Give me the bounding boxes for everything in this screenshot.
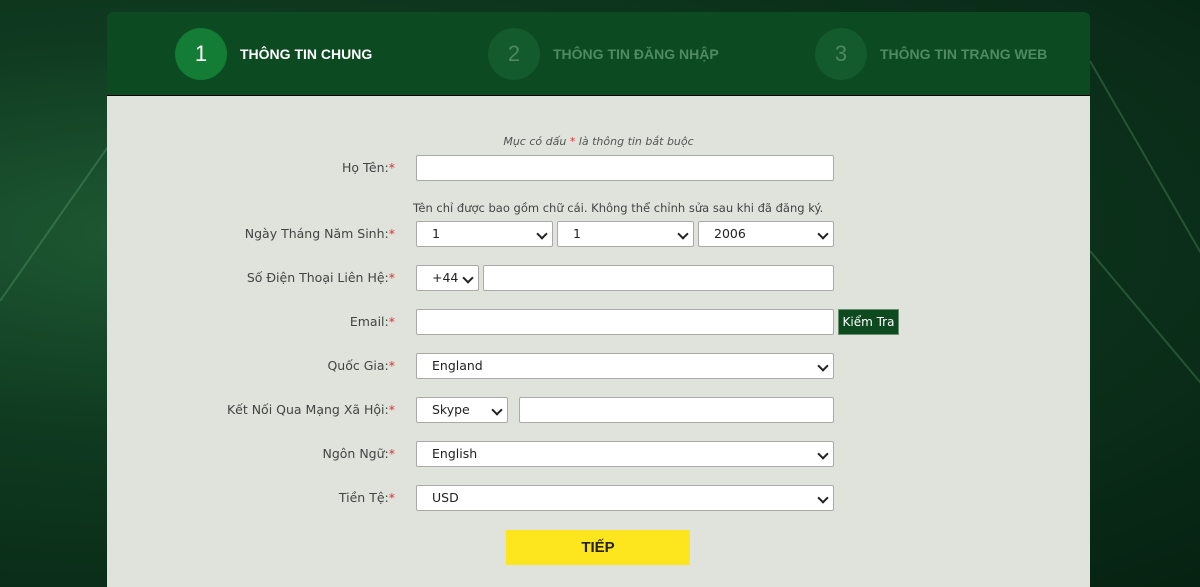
currency-label: Tiền Tệ:*	[338, 490, 395, 505]
chevron-down-icon	[817, 492, 829, 504]
step-1[interactable]: 1 THÔNG TIN CHUNG	[175, 28, 373, 80]
language-row: Ngôn Ngữ:* English	[107, 441, 1090, 467]
dob-row: Ngày Tháng Năm Sinh:* 1 1 2006	[107, 221, 1090, 247]
phone-code-select[interactable]: +44	[416, 265, 479, 291]
step-number: 1	[175, 28, 227, 80]
email-input[interactable]	[416, 309, 834, 335]
chevron-down-icon	[677, 228, 689, 240]
chevron-down-icon	[462, 272, 474, 284]
social-account-input[interactable]	[519, 397, 834, 423]
general-info-form: Mục có dấu * là thông tin bắt buộc Họ Tê…	[107, 95, 1090, 587]
phone-input[interactable]	[483, 265, 834, 291]
dob-label: Ngày Tháng Năm Sinh:*	[244, 226, 395, 241]
name-hint: Tên chỉ được bao gồm chữ cái. Không thể …	[413, 201, 824, 215]
step-label: THÔNG TIN CHUNG	[240, 46, 373, 62]
email-row: Email:* Kiểm Tra	[107, 309, 1090, 335]
dob-year-select[interactable]: 2006	[698, 221, 834, 247]
country-row: Quốc Gia:* England	[107, 353, 1090, 379]
email-label: Email:*	[349, 314, 395, 329]
step-2[interactable]: 2 THÔNG TIN ĐĂNG NHẬP	[488, 28, 719, 80]
fullname-input[interactable]	[416, 155, 834, 181]
country-label: Quốc Gia:*	[327, 358, 395, 373]
step-label: THÔNG TIN TRANG WEB	[880, 46, 1048, 62]
chevron-down-icon	[817, 228, 829, 240]
social-label: Kết Nối Qua Mạng Xã Hội:*	[226, 402, 395, 417]
language-select[interactable]: English	[416, 441, 834, 467]
currency-select[interactable]: USD	[416, 485, 834, 511]
dob-day-select[interactable]: 1	[416, 221, 553, 247]
chevron-down-icon	[817, 448, 829, 460]
dob-month-select[interactable]: 1	[557, 221, 694, 247]
chevron-down-icon	[491, 404, 503, 416]
fullname-label: Họ Tên:*	[342, 160, 395, 175]
step-number: 2	[488, 28, 540, 80]
next-button[interactable]: TIẾP	[506, 530, 690, 565]
required-note: Mục có dấu * là thông tin bắt buộc	[503, 135, 694, 148]
social-type-select[interactable]: Skype	[416, 397, 508, 423]
currency-row: Tiền Tệ:* USD	[107, 485, 1090, 511]
step-indicator: 1 THÔNG TIN CHUNG 2 THÔNG TIN ĐĂNG NHẬP …	[107, 12, 1090, 95]
chevron-down-icon	[536, 228, 548, 240]
phone-row: Số Điện Thoại Liên Hệ:* +44	[107, 265, 1090, 291]
step-label: THÔNG TIN ĐĂNG NHẬP	[553, 46, 719, 62]
step-number: 3	[815, 28, 867, 80]
social-row: Kết Nối Qua Mạng Xã Hội:* Skype	[107, 397, 1090, 423]
step-3[interactable]: 3 THÔNG TIN TRANG WEB	[815, 28, 1048, 80]
registration-panel: 1 THÔNG TIN CHUNG 2 THÔNG TIN ĐĂNG NHẬP …	[107, 12, 1090, 587]
country-select[interactable]: England	[416, 353, 834, 379]
check-email-button[interactable]: Kiểm Tra	[838, 309, 899, 335]
phone-label: Số Điện Thoại Liên Hệ:*	[246, 270, 395, 285]
language-label: Ngôn Ngữ:*	[322, 446, 396, 461]
fullname-row: Họ Tên:*	[107, 155, 1090, 181]
chevron-down-icon	[817, 360, 829, 372]
